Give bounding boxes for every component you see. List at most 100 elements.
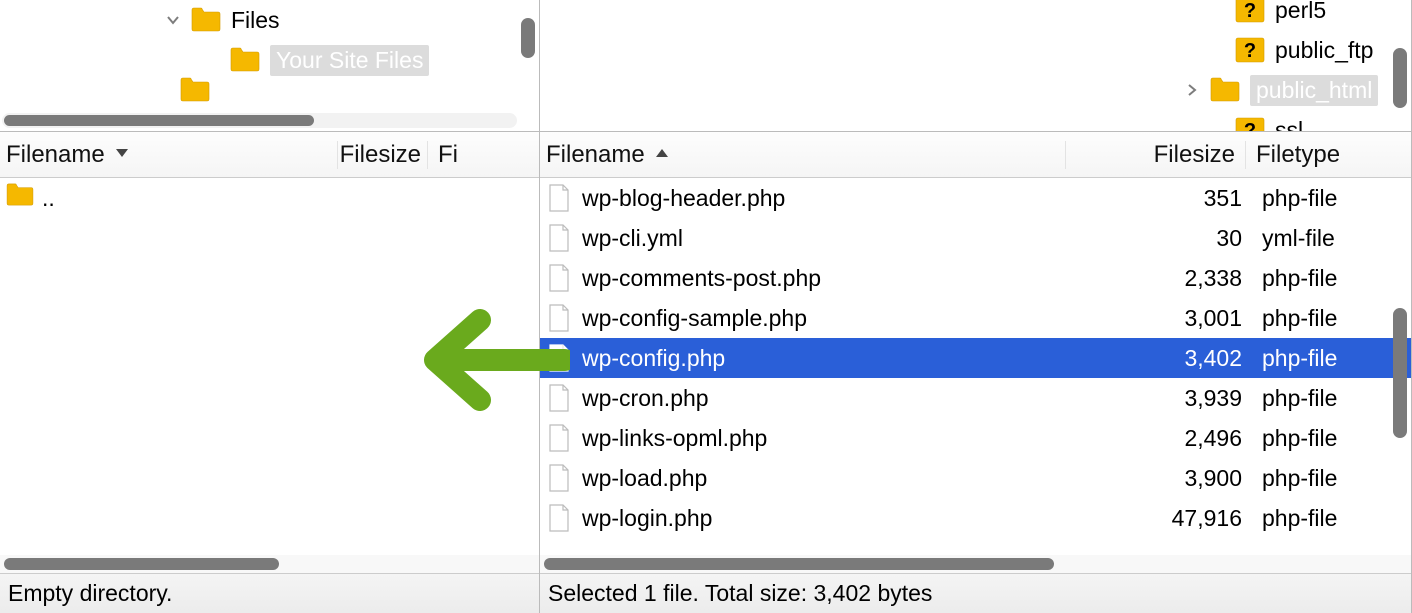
folder-icon <box>191 7 221 33</box>
sort-asc-icon <box>653 141 671 169</box>
filetype: php-file <box>1252 385 1372 412</box>
filename: .. <box>42 185 55 212</box>
local-columns: Filename Filesize Fil <box>0 132 539 178</box>
horizontal-scrollbar-track[interactable] <box>540 555 1411 573</box>
tree-item-public-html[interactable]: public_html <box>540 70 1411 110</box>
horizontal-scrollbar-track[interactable] <box>0 555 539 573</box>
column-label: Filesize <box>340 141 421 168</box>
filename: wp-cron.php <box>582 385 709 412</box>
filename: wp-links-opml.php <box>582 425 767 452</box>
column-filename[interactable]: Filename <box>546 141 1066 169</box>
tree-item-perl5[interactable]: perl5 <box>540 0 1411 30</box>
file-icon <box>548 344 570 372</box>
filetype: php-file <box>1252 425 1372 452</box>
filetype: php-file <box>1252 505 1372 532</box>
filesize: 3,939 <box>1072 385 1252 412</box>
list-item[interactable]: wp-config-sample.php 3,001php-file <box>540 298 1411 338</box>
unknown-folder-icon <box>1235 0 1265 23</box>
filesize: 3,402 <box>1072 345 1252 372</box>
file-icon <box>548 304 570 332</box>
filename: wp-config.php <box>582 345 725 372</box>
filename: wp-cli.yml <box>582 225 683 252</box>
tree-item-public-ftp[interactable]: public_ftp <box>540 30 1411 70</box>
filesize: 2,496 <box>1072 425 1252 452</box>
file-icon <box>548 264 570 292</box>
local-tree[interactable]: Files Your Site Files <box>0 0 539 132</box>
column-filesize[interactable]: Filesize <box>1066 141 1246 169</box>
column-label: Filename <box>6 141 105 169</box>
folder-icon <box>180 77 210 103</box>
list-item[interactable]: wp-config.php3,402php-file <box>540 338 1411 378</box>
tree-label: perl5 <box>1275 0 1326 24</box>
filesize: 3,900 <box>1072 465 1252 492</box>
remote-file-list[interactable]: wp-blog-header.php351php-file wp-cli.yml 3… <box>540 178 1411 555</box>
remote-tree[interactable]: perl5 public_ftp public_htmlssl <box>540 0 1411 132</box>
folder-icon <box>6 183 34 213</box>
filesize: 30 <box>1072 225 1252 252</box>
column-filetype[interactable]: Filetype <box>1246 141 1366 169</box>
filetype: php-file <box>1252 465 1372 492</box>
folder-icon <box>1210 77 1240 103</box>
list-item[interactable]: wp-comments-post.php2,338php-file <box>540 258 1411 298</box>
status-text: Empty directory. <box>8 580 172 607</box>
unknown-folder-icon <box>1235 37 1265 63</box>
file-icon <box>548 464 570 492</box>
filename: wp-login.php <box>582 505 712 532</box>
tree-label: ssl <box>1275 117 1303 133</box>
list-item[interactable]: wp-load.php 3,900php-file <box>540 458 1411 498</box>
tree-item-ssl[interactable]: ssl <box>540 110 1411 132</box>
column-label: Fil <box>438 141 458 168</box>
filename: wp-comments-post.php <box>582 265 821 292</box>
unknown-folder-icon <box>1235 117 1265 132</box>
column-filetype[interactable]: Fil <box>428 141 458 169</box>
horizontal-scrollbar-thumb[interactable] <box>4 558 279 570</box>
column-filename[interactable]: Filename <box>6 141 338 169</box>
chevron-right-icon[interactable] <box>1184 82 1200 98</box>
vertical-scrollbar[interactable] <box>1393 48 1407 108</box>
tree-label: Your Site Files <box>270 45 429 76</box>
tree-label: public_html <box>1250 75 1378 106</box>
horizontal-scrollbar-track[interactable] <box>2 113 517 128</box>
local-pane: Files Your Site Files Filename Fil <box>0 0 540 613</box>
list-item[interactable]: wp-cron.php 3,939php-file <box>540 378 1411 418</box>
remote-columns: Filename Filesize Filetype <box>540 132 1411 178</box>
tree-item-your-site-files[interactable]: Your Site Files <box>0 40 539 80</box>
list-item[interactable]: wp-cli.yml30yml-file <box>540 218 1411 258</box>
sort-desc-icon <box>113 141 131 169</box>
vertical-scrollbar[interactable] <box>1393 308 1407 438</box>
filesize: 351 <box>1072 185 1252 212</box>
filename: wp-load.php <box>582 465 707 492</box>
tree-item-files[interactable]: Files <box>0 0 539 40</box>
tree-label: public_ftp <box>1275 37 1373 64</box>
column-filesize[interactable]: Filesize <box>338 141 428 169</box>
column-label: Filetype <box>1256 141 1340 168</box>
vertical-scrollbar[interactable] <box>521 18 535 58</box>
local-file-list[interactable]: .. <box>0 178 539 555</box>
remote-pane: perl5 public_ftp public_htmlssl Filename F… <box>540 0 1412 613</box>
file-icon <box>548 504 570 532</box>
list-item[interactable]: .. <box>0 178 539 218</box>
tree-item-partial[interactable] <box>0 76 539 104</box>
list-item[interactable]: wp-blog-header.php351php-file <box>540 178 1411 218</box>
filetype: php-file <box>1252 185 1372 212</box>
horizontal-scrollbar-thumb[interactable] <box>4 115 314 126</box>
list-item[interactable]: wp-links-opml.php 2,496php-file <box>540 418 1411 458</box>
remote-status-bar: Selected 1 file. Total size: 3,402 bytes <box>540 573 1411 613</box>
chevron-down-icon[interactable] <box>165 12 181 28</box>
folder-icon <box>230 47 260 73</box>
column-label: Filename <box>546 141 645 169</box>
column-label: Filesize <box>1154 141 1235 168</box>
tree-label: Files <box>231 7 280 34</box>
horizontal-scrollbar-thumb[interactable] <box>544 558 1054 570</box>
filesize: 3,001 <box>1072 305 1252 332</box>
file-icon <box>548 384 570 412</box>
status-text: Selected 1 file. Total size: 3,402 bytes <box>548 580 932 607</box>
local-status-bar: Empty directory. <box>0 573 539 613</box>
file-icon <box>548 184 570 212</box>
filesize: 47,916 <box>1072 505 1252 532</box>
list-item[interactable]: wp-login.php 47,916php-file <box>540 498 1411 538</box>
filename: wp-config-sample.php <box>582 305 807 332</box>
filetype: php-file <box>1252 305 1372 332</box>
filesize: 2,338 <box>1072 265 1252 292</box>
file-icon <box>548 224 570 252</box>
